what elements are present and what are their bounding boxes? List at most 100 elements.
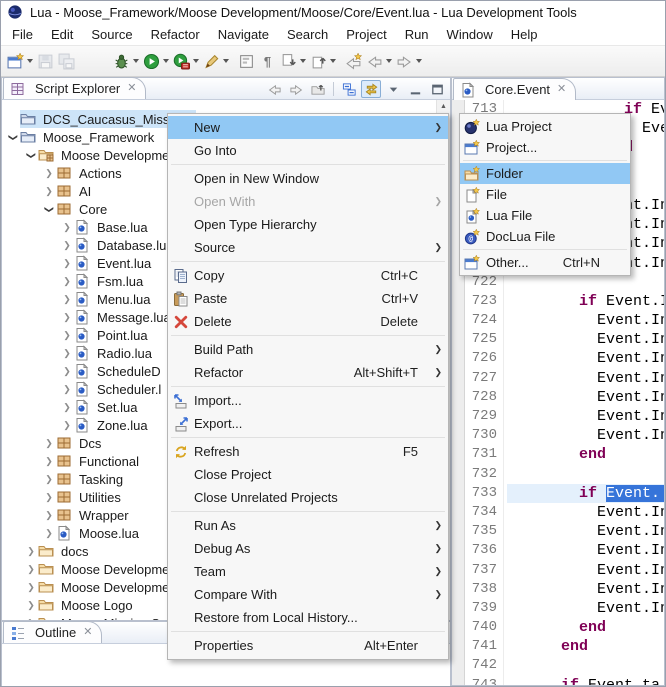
chevron-collapsed-icon[interactable]: ❯: [24, 582, 38, 593]
menubar-item-project[interactable]: Project: [337, 25, 395, 44]
context-menu-item-properties[interactable]: PropertiesAlt+Enter: [168, 634, 448, 657]
chevron-collapsed-icon[interactable]: ❯: [60, 222, 74, 233]
new-wizard-button[interactable]: [5, 49, 35, 73]
chevron-collapsed-icon[interactable]: ❯: [60, 348, 74, 359]
tab-script-explorer[interactable]: Script Explorer ✕: [3, 77, 146, 99]
dropdown-caret-icon[interactable]: [223, 59, 229, 63]
show-whitespace-button[interactable]: ¶: [257, 49, 278, 73]
new-submenu-item-lua-project[interactable]: Lua Project: [460, 116, 630, 137]
dropdown-caret-icon[interactable]: [330, 59, 336, 63]
context-menu-item-source[interactable]: Source❯: [168, 236, 448, 259]
new-submenu-item-lua-file[interactable]: Lua File: [460, 205, 630, 226]
up-button[interactable]: [308, 80, 328, 98]
menubar-item-window[interactable]: Window: [438, 25, 502, 44]
new-submenu-item-project[interactable]: Project...: [460, 137, 630, 158]
chevron-collapsed-icon[interactable]: ❯: [24, 564, 38, 575]
profile-button[interactable]: [171, 49, 201, 73]
mark-occurrences-button[interactable]: [236, 49, 257, 73]
save-button[interactable]: [35, 49, 56, 73]
context-menu-item-export[interactable]: Export...: [168, 412, 448, 435]
chevron-collapsed-icon[interactable]: ❯: [60, 294, 74, 305]
context-menu-item-refresh[interactable]: RefreshF5: [168, 440, 448, 463]
close-icon[interactable]: ✕: [125, 83, 136, 94]
chevron-collapsed-icon[interactable]: ❯: [60, 240, 74, 251]
new-submenu-item-folder[interactable]: Folder: [460, 163, 630, 184]
context-menu-item-run-as[interactable]: Run As❯: [168, 514, 448, 537]
context-menu-item-build-path[interactable]: Build Path❯: [168, 338, 448, 361]
tab-outline[interactable]: Outline ✕: [3, 621, 102, 643]
menubar-item-help[interactable]: Help: [502, 25, 547, 44]
dropdown-caret-icon[interactable]: [27, 59, 33, 63]
menubar-item-edit[interactable]: Edit: [42, 25, 82, 44]
forward-button[interactable]: [286, 80, 306, 98]
context-menu-item-go-into[interactable]: Go Into: [168, 139, 448, 162]
next-annotation-button[interactable]: [278, 49, 308, 73]
chevron-expanded-icon[interactable]: ❯: [6, 132, 20, 143]
context-menu-item-close-unrelated-projects[interactable]: Close Unrelated Projects: [168, 486, 448, 509]
chevron-collapsed-icon[interactable]: ❯: [42, 510, 56, 521]
menubar-item-search[interactable]: Search: [278, 25, 337, 44]
chevron-collapsed-icon[interactable]: ❯: [60, 420, 74, 431]
dropdown-caret-icon[interactable]: [133, 59, 139, 63]
chevron-collapsed-icon[interactable]: ❯: [42, 528, 56, 539]
chevron-collapsed-icon[interactable]: ❯: [42, 438, 56, 449]
run-button[interactable]: [141, 49, 171, 73]
context-menu-item-copy[interactable]: CopyCtrl+C: [168, 264, 448, 287]
dropdown-caret-icon[interactable]: [163, 59, 169, 63]
dropdown-caret-icon[interactable]: [416, 59, 422, 63]
minimize-button[interactable]: [405, 80, 425, 98]
external-tools-button[interactable]: [201, 49, 231, 73]
new-submenu-item-doclua-file[interactable]: @DocLua File: [460, 226, 630, 247]
dropdown-caret-icon[interactable]: [193, 59, 199, 63]
dropdown-caret-icon[interactable]: [386, 59, 392, 63]
collapse-all-button[interactable]: [339, 80, 359, 98]
menubar-item-refactor[interactable]: Refactor: [142, 25, 209, 44]
chevron-collapsed-icon[interactable]: ❯: [60, 258, 74, 269]
context-menu-item-delete[interactable]: DeleteDelete: [168, 310, 448, 333]
view-menu-button[interactable]: [383, 80, 403, 98]
chevron-collapsed-icon[interactable]: ❯: [60, 366, 74, 377]
chevron-collapsed-icon[interactable]: ❯: [60, 312, 74, 323]
new-submenu-item-file[interactable]: File: [460, 184, 630, 205]
chevron-collapsed-icon[interactable]: ❯: [42, 168, 56, 179]
chevron-expanded-icon[interactable]: ❯: [42, 204, 56, 215]
prev-annotation-button[interactable]: [308, 49, 338, 73]
dropdown-caret-icon[interactable]: [300, 59, 306, 63]
chevron-collapsed-icon[interactable]: ❯: [42, 186, 56, 197]
scroll-up-icon[interactable]: ▲: [437, 100, 450, 113]
chevron-collapsed-icon[interactable]: ❯: [24, 618, 38, 621]
chevron-collapsed-icon[interactable]: ❯: [60, 384, 74, 395]
close-icon[interactable]: ✕: [81, 627, 92, 638]
context-menu-item-paste[interactable]: PasteCtrl+V: [168, 287, 448, 310]
chevron-collapsed-icon[interactable]: ❯: [60, 402, 74, 413]
chevron-collapsed-icon[interactable]: ❯: [24, 546, 38, 557]
chevron-collapsed-icon[interactable]: ❯: [24, 600, 38, 611]
context-menu-item-open-type-hierarchy[interactable]: Open Type Hierarchy: [168, 213, 448, 236]
close-icon[interactable]: ✕: [555, 84, 566, 95]
forward-button[interactable]: [394, 49, 424, 73]
context-menu-item-import[interactable]: Import...: [168, 389, 448, 412]
maximize-button[interactable]: [427, 80, 447, 98]
context-menu-item-open-in-new-window[interactable]: Open in New Window: [168, 167, 448, 190]
back-button[interactable]: [264, 80, 284, 98]
context-menu-item-refactor[interactable]: RefactorAlt+Shift+T❯: [168, 361, 448, 384]
context-menu-item-restore-from-local-history[interactable]: Restore from Local History...: [168, 606, 448, 629]
tab-core-event[interactable]: Core.Event ✕: [453, 78, 576, 100]
context-menu-item-debug-as[interactable]: Debug As❯: [168, 537, 448, 560]
context-menu-item-team[interactable]: Team❯: [168, 560, 448, 583]
context-menu-item-new[interactable]: New❯: [168, 116, 448, 139]
chevron-collapsed-icon[interactable]: ❯: [60, 330, 74, 341]
chevron-collapsed-icon[interactable]: ❯: [42, 474, 56, 485]
chevron-expanded-icon[interactable]: ❯: [24, 150, 38, 161]
back-button[interactable]: [364, 49, 394, 73]
debug-button[interactable]: [111, 49, 141, 73]
save-all-button[interactable]: [56, 49, 77, 73]
menubar-item-file[interactable]: File: [3, 25, 42, 44]
last-edit-location-button[interactable]: [343, 49, 364, 73]
new-submenu-item-other[interactable]: Other...Ctrl+N: [460, 252, 630, 273]
chevron-collapsed-icon[interactable]: ❯: [42, 492, 56, 503]
link-with-editor-button[interactable]: [361, 80, 381, 98]
chevron-collapsed-icon[interactable]: ❯: [42, 456, 56, 467]
context-menu-item-compare-with[interactable]: Compare With❯: [168, 583, 448, 606]
menubar-item-run[interactable]: Run: [396, 25, 438, 44]
